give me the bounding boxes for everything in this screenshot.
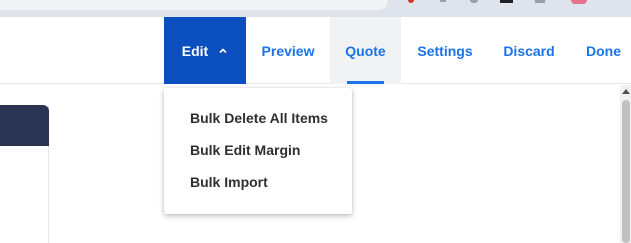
vertical-scrollbar[interactable] [620, 85, 631, 243]
browser-chrome [0, 0, 631, 17]
tab-settings[interactable]: Settings [404, 17, 486, 84]
tab-done-label: Done [586, 42, 621, 59]
menu-item-bulk-import[interactable]: Bulk Import [164, 166, 352, 198]
tab-edit-label: Edit [181, 42, 209, 59]
tab-discard[interactable]: Discard [490, 17, 568, 84]
menu-item-label: Bulk Import [190, 174, 268, 190]
menu-item-label: Bulk Edit Margin [190, 142, 301, 158]
extension-icon[interactable] [440, 0, 446, 2]
side-card [0, 105, 49, 243]
tab-quote-label: Quote [345, 42, 386, 59]
extension-icon[interactable] [535, 0, 545, 3]
tab-discard-label: Discard [503, 42, 555, 59]
extension-icon[interactable] [470, 0, 478, 3]
extension-icon[interactable] [500, 0, 513, 3]
edit-dropdown-menu: Bulk Delete All Items Bulk Edit Margin B… [164, 88, 352, 214]
app-toolbar: Edit Preview Quote Settings Discard Done [0, 17, 631, 84]
profile-avatar[interactable] [571, 0, 587, 4]
extension-icon[interactable] [408, 0, 414, 3]
side-card-header [0, 105, 49, 146]
tab-edit[interactable]: Edit [164, 17, 246, 84]
tab-settings-label: Settings [417, 42, 473, 59]
address-bar[interactable] [0, 0, 388, 10]
tab-preview[interactable]: Preview [248, 17, 328, 84]
tab-active-indicator [347, 81, 384, 84]
chevron-up-icon [219, 47, 227, 53]
scrollbar-thumb[interactable] [622, 100, 630, 243]
menu-item-label: Bulk Delete All Items [190, 110, 328, 126]
tab-quote[interactable]: Quote [330, 17, 401, 84]
menu-item-bulk-delete[interactable]: Bulk Delete All Items [164, 102, 352, 134]
tab-done[interactable]: Done [576, 17, 631, 84]
menu-item-bulk-edit-margin[interactable]: Bulk Edit Margin [164, 134, 352, 166]
tab-preview-label: Preview [261, 42, 315, 59]
scroll-up-arrow-icon[interactable] [622, 89, 630, 94]
